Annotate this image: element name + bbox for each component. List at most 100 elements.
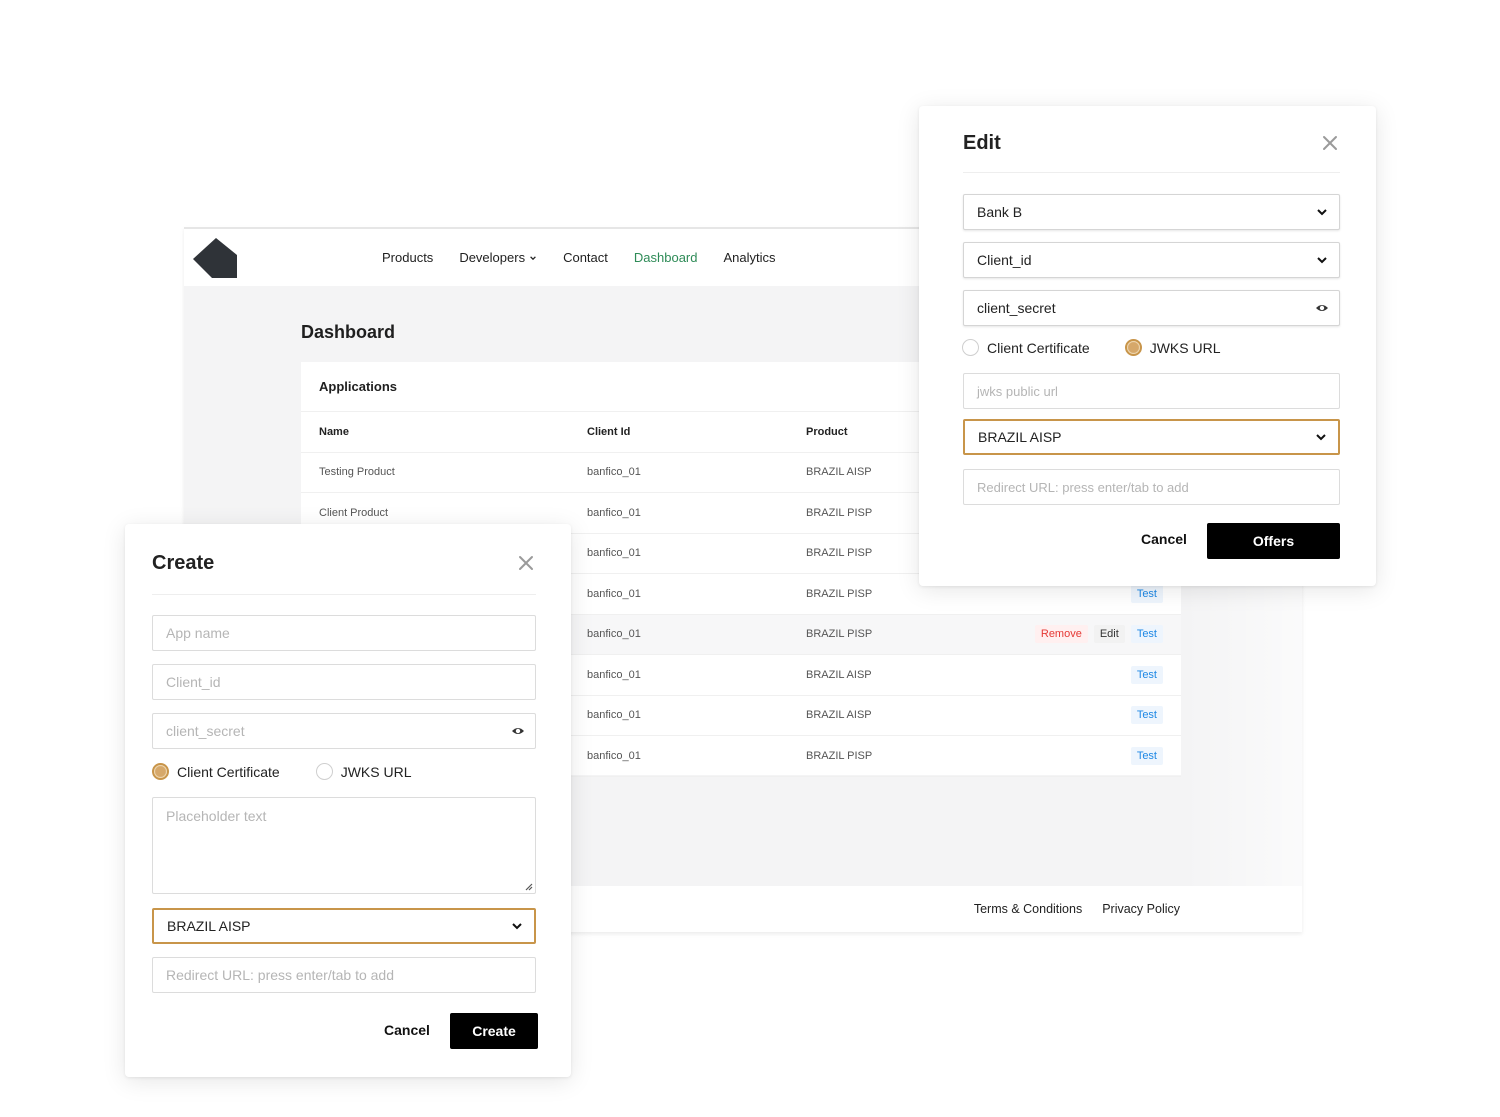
certificate-textarea[interactable]: Placeholder text [152,797,536,894]
product-select-value: BRAZIL AISP [167,918,251,934]
cancel-button[interactable]: Cancel [384,1022,430,1038]
row-client-id: banfico_01 [587,628,641,641]
eye-icon[interactable] [1315,301,1329,315]
eye-icon[interactable] [511,724,525,738]
terms-link[interactable]: Terms & Conditions [974,902,1082,916]
edit-modal-title: Edit [963,132,1001,154]
product-select-value: BRAZIL AISP [978,429,1062,445]
jwks-url-input[interactable]: jwks public url [963,373,1340,409]
row-product: BRAZIL PISP [806,587,873,600]
app-name-input[interactable]: App name [152,615,536,651]
row-name: Testing Product [319,466,395,479]
redirect-url-placeholder: Redirect URL: press enter/tab to add [166,967,395,983]
row-product: BRAZIL PISP [806,547,873,560]
redirect-url-input[interactable]: Redirect URL: press enter/tab to add [963,469,1340,505]
row-product: BRAZIL AISP [806,709,872,722]
page-title: Dashboard [301,322,396,342]
row-actions: Remove Edit Test [1034,615,1163,655]
row-product: BRAZIL AISP [806,668,872,681]
edit-modal: Edit Bank B Client_id client_secret Clie… [919,106,1376,586]
radio-jwks-url-dot [315,763,333,780]
client-secret-field[interactable]: client_secret [963,290,1340,326]
row-actions: Test [1130,655,1163,695]
row-actions: Test [1130,736,1163,776]
chevron-down-icon [1317,257,1327,264]
radio-jwks-url-label: JWKS URL [340,763,412,780]
cancel-button[interactable]: Cancel [1141,531,1187,547]
nav-dashboard[interactable]: Dashboard [634,250,698,265]
chevron-down-icon [530,255,536,260]
product-select[interactable]: BRAZIL AISP [152,908,536,944]
column-client-id: Client Id [587,425,631,438]
jwks-url-placeholder: jwks public url [977,383,1058,399]
radio-jwks-url-label: JWKS URL [1149,339,1221,356]
radio-client-certificate-dot [962,339,979,356]
create-button[interactable]: Create [450,1013,538,1049]
test-button[interactable]: Test [1130,706,1163,725]
client-id-input[interactable]: Client_id [152,664,536,700]
resize-handle-icon[interactable] [524,882,533,891]
nav-analytics[interactable]: Analytics [724,250,776,265]
certificate-placeholder: Placeholder text [166,808,267,824]
create-auth-radio-group: Client Certificate JWKS URL [152,763,412,780]
row-client-id: banfico_01 [587,668,641,681]
nav-developers-label: Developers [459,250,526,265]
radio-client-certificate-label: Client Certificate [987,339,1090,356]
create-modal: Create App name Client_id client_secret … [125,524,571,1077]
remove-button[interactable]: Remove [1034,625,1088,644]
pentagon-logo-icon[interactable] [192,237,238,279]
close-icon[interactable] [518,555,534,571]
radio-client-certificate-dot [152,763,169,780]
bank-select-value: Bank B [977,204,1023,220]
radio-jwks-url-dot [1124,339,1142,356]
client-secret-placeholder: client_secret [166,723,245,739]
product-select[interactable]: BRAZIL AISP [963,419,1340,455]
radio-jwks-url[interactable]: JWKS URL [315,763,412,780]
edit-auth-radio-group: Client Certificate JWKS URL [962,339,1221,356]
column-name: Name [319,425,349,438]
nav-developers[interactable]: Developers [459,250,537,265]
client-id-select-value: Client_id [977,252,1032,268]
row-product: BRAZIL PISP [806,628,873,641]
test-button[interactable]: Test [1130,625,1163,644]
app-name-placeholder: App name [166,625,230,641]
row-client-id: banfico_01 [587,709,641,722]
nav-contact[interactable]: Contact [563,250,608,265]
edit-modal-divider [963,172,1340,173]
bank-select[interactable]: Bank B [963,194,1340,230]
redirect-url-input[interactable]: Redirect URL: press enter/tab to add [152,957,536,993]
chevron-down-icon [1317,209,1327,216]
nav-products[interactable]: Products [382,250,433,265]
row-product: BRAZIL AISP [806,466,872,479]
privacy-link[interactable]: Privacy Policy [1102,902,1180,916]
offers-button[interactable]: Offers [1207,523,1340,559]
row-actions: Test [1130,696,1163,736]
client-secret-input[interactable]: client_secret [152,713,536,749]
redirect-url-placeholder: Redirect URL: press enter/tab to add [977,479,1189,495]
row-client-id: banfico_01 [587,506,641,519]
row-client-id: banfico_01 [587,547,641,560]
row-product: BRAZIL PISP [806,506,873,519]
column-product: Product [806,425,848,438]
test-button[interactable]: Test [1130,746,1163,765]
create-modal-divider [152,594,536,595]
row-product: BRAZIL PISP [806,749,873,762]
test-button[interactable]: Test [1130,665,1163,684]
row-client-id: banfico_01 [587,466,641,479]
nav-links: Products Developers Contact Dashboard An… [382,229,776,286]
client-id-select[interactable]: Client_id [963,242,1340,278]
radio-jwks-url[interactable]: JWKS URL [1124,339,1221,356]
radio-client-certificate-label: Client Certificate [177,763,280,780]
client-id-placeholder: Client_id [166,674,221,690]
chevron-down-icon [512,923,522,930]
edit-button[interactable]: Edit [1093,625,1125,644]
test-button[interactable]: Test [1130,584,1163,603]
row-client-id: banfico_01 [587,749,641,762]
create-modal-title: Create [152,552,215,574]
client-secret-value: client_secret [977,300,1056,316]
chevron-down-icon [1316,434,1326,441]
row-client-id: banfico_01 [587,587,641,600]
radio-client-certificate[interactable]: Client Certificate [152,763,280,780]
radio-client-certificate[interactable]: Client Certificate [962,339,1090,356]
close-icon[interactable] [1322,135,1338,151]
